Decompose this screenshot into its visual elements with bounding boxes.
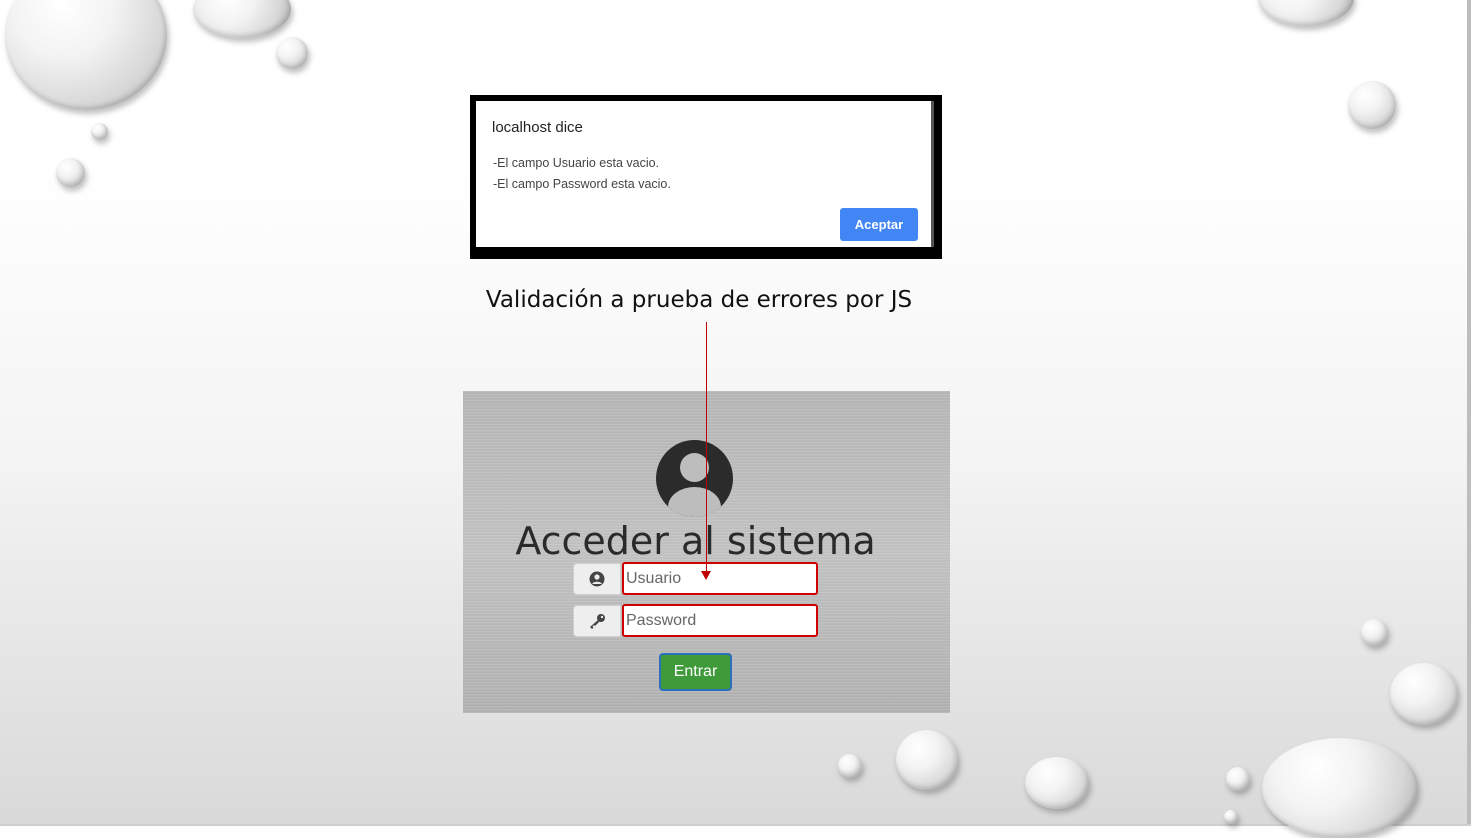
water-drop (1226, 767, 1250, 791)
alert-dialog: localhost dice -El campo Usuario esta va… (476, 101, 934, 247)
alert-message-usuario: -El campo Usuario esta vacio. (493, 156, 660, 170)
login-title: Acceder al sistema (515, 519, 876, 563)
accept-button[interactable]: Aceptar (840, 208, 918, 241)
water-drop (193, 0, 291, 38)
water-drop (1361, 619, 1388, 646)
username-input[interactable] (622, 562, 818, 595)
alert-title: localhost dice (492, 119, 583, 136)
water-drop (1258, 0, 1354, 26)
avatar-head (680, 453, 709, 482)
annotation-arrow-line (706, 322, 707, 572)
water-drop (896, 730, 958, 790)
water-drop (1025, 757, 1089, 809)
key-icon (573, 605, 621, 637)
alert-message-password: -El campo Password esta vacio. (493, 177, 671, 191)
water-drop (276, 37, 308, 69)
alert-scrollbar (931, 101, 934, 247)
water-drop (1224, 810, 1238, 824)
water-drop (1390, 663, 1458, 725)
avatar-body (668, 487, 721, 517)
water-drop (1262, 738, 1418, 838)
water-drop (5, 0, 167, 110)
slide-caption: Validación a prueba de errores por JS (485, 287, 913, 313)
water-drop (91, 123, 108, 140)
user-avatar-icon (656, 440, 733, 517)
password-input[interactable] (622, 604, 818, 637)
user-circle-icon (573, 563, 621, 595)
water-drop (838, 754, 862, 778)
slide-right-edge (1467, 0, 1471, 826)
alert-dialog-frame: localhost dice -El campo Usuario esta va… (470, 95, 942, 259)
annotation-arrow-head (701, 571, 711, 580)
water-drop (1348, 81, 1396, 129)
water-drop (56, 158, 85, 187)
entrar-button[interactable]: Entrar (659, 653, 732, 691)
